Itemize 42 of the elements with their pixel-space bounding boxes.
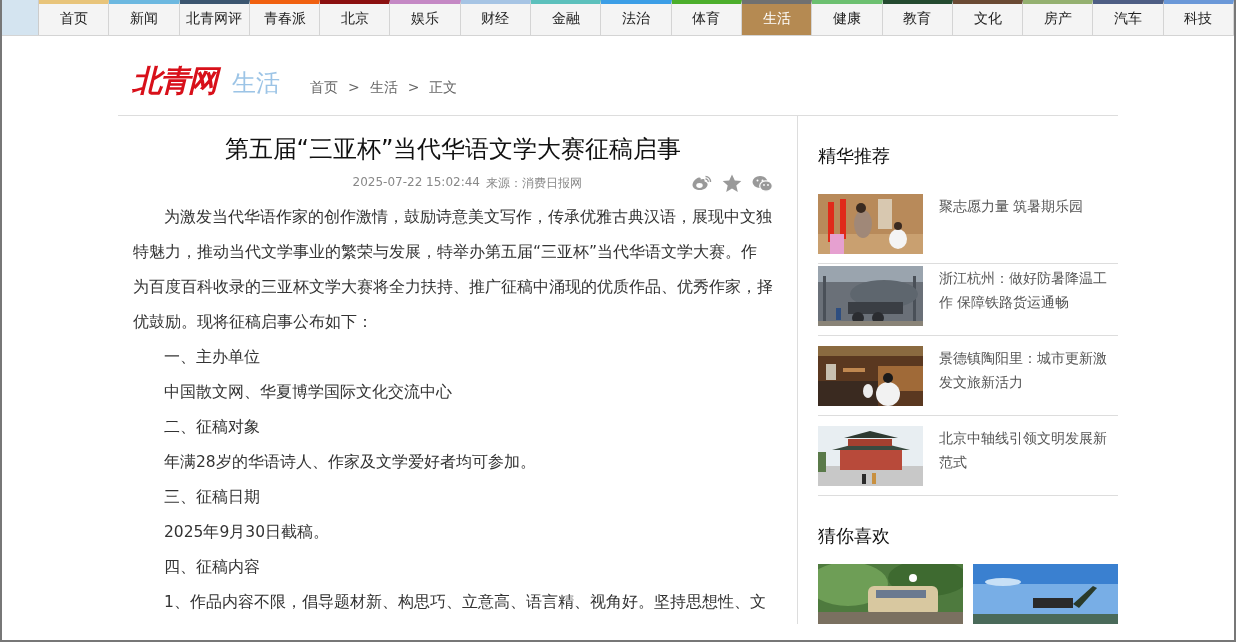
nav-tab[interactable]: 北青网评 <box>179 0 250 35</box>
body-paragraph: 中国散文网、华夏博学国际文化交流中心 <box>163 382 453 403</box>
body-paragraph: 一、主办单位 <box>163 347 261 368</box>
nav-tab[interactable]: 文化 <box>952 0 1024 35</box>
body-paragraph: 2025年9月30日截稿。 <box>163 522 331 543</box>
section-title: 生活 <box>232 69 280 97</box>
breadcrumb-separator: > <box>348 78 360 97</box>
section-heading: 精华推荐 <box>818 144 891 168</box>
nav-tab[interactable]: 汽车 <box>1093 0 1164 35</box>
weibo-share-icon[interactable] <box>692 175 712 191</box>
publish-date: 2025-07-22 15:02:44 <box>352 174 480 191</box>
nav-tab[interactable]: 教育 <box>882 0 953 35</box>
news-link[interactable]: 聚志愿力量 筑暑期乐园 <box>939 194 1117 263</box>
body-paragraph: 四、征稿内容 <box>163 557 261 578</box>
article-source: 来源：消费日报网 <box>486 174 582 192</box>
nav-tab[interactable]: 财经 <box>460 0 532 35</box>
breadcrumb-link[interactable]: 正文 <box>429 77 458 97</box>
body-paragraph: 为激发当代华语作家的创作激情，鼓励诗意美文写作，传承优雅古典汉语，展现中文独特魅力，推动当代文学事业的繁荣与发展，特举办第五届“三亚杯”当代华语文学大赛。作为百度百科收录的三亚杯文学大赛将全力扶持、推广征稿中涌现的优质作品、优秀作家，择优鼓励。现将征稿启事公布如下： <box>133 207 773 333</box>
breadcrumb-separator: > <box>407 78 420 97</box>
news-link[interactable]: 景德镇陶阳里：城市更新激发文旅新活力 <box>939 346 1117 415</box>
news-link[interactable]: 北京中轴线引领文明发展新范式 <box>939 426 1117 495</box>
nav-tab[interactable]: 北京 <box>320 0 391 35</box>
nav-tab[interactable]: 青春派 <box>249 0 321 35</box>
nav-tab[interactable]: 金融 <box>531 0 602 35</box>
article-title: 第五届“三亚杯”当代华语文学大赛征稿启事 <box>223 134 683 165</box>
body-paragraph: 三、征稿日期 <box>163 487 261 508</box>
wechat-share-icon[interactable] <box>752 174 773 192</box>
body-paragraph: 二、征稿对象 <box>163 417 261 438</box>
nav-tab[interactable]: 首页 <box>39 0 110 35</box>
star-icon[interactable] <box>722 173 742 193</box>
nav-tab[interactable]: 健康 <box>812 0 883 35</box>
nav-tab[interactable]: 房产 <box>1023 0 1094 35</box>
body-paragraph: 年满28岁的华语诗人、作家及文学爱好者均可参加。 <box>163 452 537 473</box>
nav-tab[interactable]: 娱乐 <box>390 0 461 35</box>
body-paragraph: 1、作品内容不限，倡导题材新、构思巧、立意高、语言精、视角好。坚持思想性、文 <box>163 592 767 613</box>
news-link[interactable]: 浙江杭州：做好防暑降温工作 保障铁路货运通畅 <box>939 266 1117 335</box>
nav-tab[interactable]: 法治 <box>601 0 672 35</box>
breadcrumb-link[interactable]: 生活 <box>369 77 398 97</box>
breadcrumb-link[interactable]: 首页 <box>310 77 338 97</box>
nav-tab[interactable]: 科技 <box>1163 0 1234 35</box>
section-heading: 猜你喜欢 <box>818 524 891 548</box>
nav-tab[interactable]: 新闻 <box>109 0 180 35</box>
